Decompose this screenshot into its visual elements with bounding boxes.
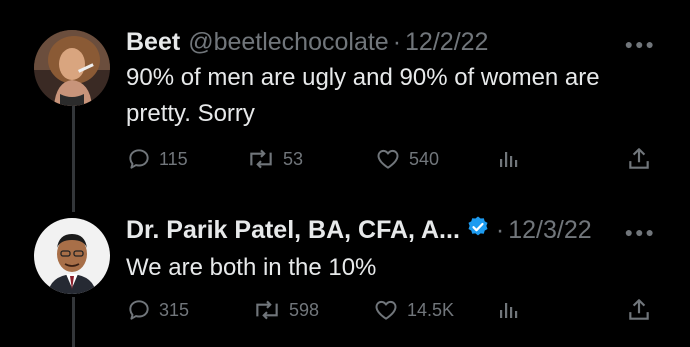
reply-count: 315 — [159, 299, 190, 320]
action-bar: 315 598 14.5K — [126, 295, 666, 325]
retweet-icon — [256, 300, 278, 320]
separator-dot: · — [495, 215, 505, 244]
retweet-count: 53 — [283, 148, 304, 169]
more-dots-icon[interactable]: ●●● — [625, 224, 656, 240]
tweet-text: We are both in the 10% — [126, 254, 377, 281]
display-name[interactable]: Dr. Parik Patel, BA, CFA, A... — [126, 216, 460, 245]
share-icon — [629, 148, 649, 169]
avatar-photo — [34, 218, 110, 294]
avatar[interactable] — [34, 218, 110, 294]
action-bar: 115 53 540 — [126, 144, 666, 174]
tweet[interactable]: Dr. Parik Patel, BA, CFA, A... · 12/3/22… — [0, 214, 690, 347]
like-count: 540 — [409, 148, 440, 169]
tweet-header: Beet @beetlechocolate · 12/2/22 — [126, 26, 488, 58]
views-icon — [500, 303, 518, 318]
views-icon — [500, 152, 518, 167]
heart-icon — [375, 300, 397, 320]
tweet[interactable]: Beet @beetlechocolate · 12/2/22 ●●● 90% … — [0, 26, 690, 196]
retweet-button[interactable]: 598 — [252, 295, 319, 325]
retweet-icon — [250, 149, 272, 169]
avatar[interactable] — [34, 30, 110, 106]
reply-button[interactable]: 315 — [126, 295, 189, 325]
tweet-date[interactable]: 12/2/22 — [405, 28, 488, 57]
tweet-date[interactable]: 12/3/22 — [508, 216, 591, 245]
display-name[interactable]: Beet — [126, 28, 180, 57]
reply-icon — [129, 300, 149, 320]
heart-icon — [377, 149, 399, 169]
retweet-count: 598 — [289, 299, 320, 320]
views-button[interactable] — [496, 295, 520, 325]
like-button[interactable]: 540 — [374, 144, 439, 174]
tweet-header: Dr. Parik Patel, BA, CFA, A... · 12/3/22 — [126, 214, 592, 246]
share-button[interactable] — [626, 295, 652, 325]
avatar-photo — [34, 30, 110, 106]
separator-dot: · — [392, 27, 402, 56]
tweet-text: 90% of men are ugly and 90% of women are… — [126, 64, 600, 127]
reply-button[interactable]: 115 — [126, 144, 188, 174]
views-button[interactable] — [496, 144, 520, 174]
more-dots-icon[interactable]: ●●● — [625, 36, 656, 52]
verified-badge-icon — [466, 215, 490, 246]
reply-icon — [129, 149, 149, 169]
reply-count: 115 — [159, 148, 188, 169]
user-handle[interactable]: @beetlechocolate — [188, 28, 389, 57]
retweet-button[interactable]: 53 — [246, 144, 303, 174]
share-icon — [629, 299, 649, 320]
like-button[interactable]: 14.5K — [372, 295, 454, 325]
like-count: 14.5K — [407, 299, 455, 320]
share-button[interactable] — [626, 144, 652, 174]
